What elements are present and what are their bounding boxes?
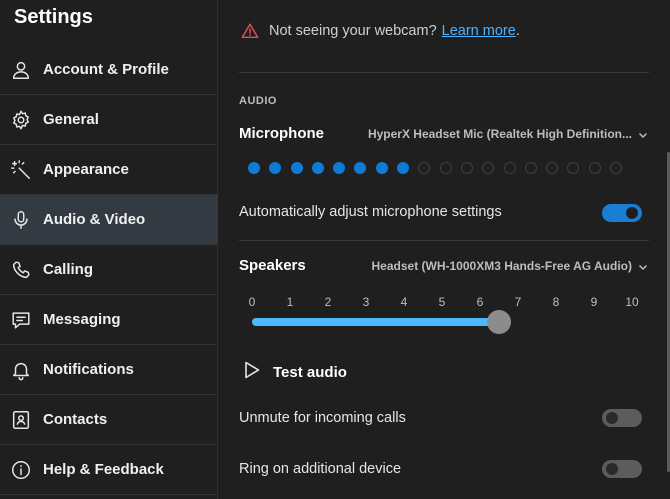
volume-tick-label: 3 — [362, 295, 370, 309]
chevron-down-icon — [638, 261, 648, 271]
settings-nav: Account & Profile General Appearance Aud… — [0, 45, 218, 495]
nav-item-appearance[interactable]: Appearance — [0, 145, 218, 195]
mic-level-dot — [524, 162, 537, 174]
warning-icon — [241, 22, 259, 40]
volume-tick-label: 10 — [625, 295, 639, 309]
info-icon — [10, 459, 32, 481]
mic-level-dot — [269, 162, 282, 174]
mic-level-dot — [546, 162, 559, 174]
volume-thumb[interactable] — [487, 310, 511, 334]
divider — [239, 240, 649, 241]
toggle-knob — [606, 412, 618, 424]
mic-level-dot — [567, 162, 580, 174]
volume-tick-label: 5 — [438, 295, 446, 309]
mic-level-dot — [588, 162, 601, 174]
webcam-notice-period: . — [515, 23, 520, 39]
auto-adjust-mic-toggle[interactable] — [602, 204, 642, 222]
phone-icon — [10, 259, 32, 281]
speakers-device-select[interactable]: Headset (WH-1000XM3 Hands-Free AG Audio) — [372, 259, 649, 273]
microphone-level-meter — [248, 162, 631, 174]
nav-item-general[interactable]: General — [0, 95, 218, 145]
chat-icon — [10, 309, 32, 331]
microphone-device-value: HyperX Headset Mic (Realtek High Definit… — [367, 127, 632, 141]
unmute-incoming-toggle[interactable] — [602, 409, 642, 427]
microphone-device-select[interactable]: HyperX Headset Mic (Realtek High Definit… — [368, 127, 648, 141]
mic-level-dot — [375, 162, 388, 174]
test-audio-button[interactable]: Test audio — [243, 360, 347, 385]
microphone-icon — [10, 209, 32, 231]
webcam-notice: Not seeing your webcam? Learn more . — [241, 22, 520, 40]
nav-label: Notifications — [43, 361, 134, 378]
nav-item-calling[interactable]: Calling — [0, 245, 218, 295]
volume-tick-label: 4 — [400, 295, 408, 309]
nav-item-notifications[interactable]: Notifications — [0, 345, 218, 395]
nav-label: Contacts — [43, 411, 108, 428]
person-icon — [10, 59, 32, 81]
nav-label: General — [43, 111, 99, 128]
nav-label: Account & Profile — [43, 61, 169, 78]
magic-wand-icon — [10, 159, 32, 181]
volume-tick-label: 2 — [324, 295, 332, 309]
audio-section-heading: AUDIO — [239, 95, 277, 107]
webcam-notice-text: Not seeing your webcam? — [269, 23, 437, 39]
toggle-knob — [626, 207, 638, 219]
volume-tick-label: 6 — [476, 295, 484, 309]
nav-label: Appearance — [43, 161, 129, 178]
mic-level-dot — [311, 162, 324, 174]
nav-label: Help & Feedback — [43, 461, 164, 478]
nav-item-messaging[interactable]: Messaging — [0, 295, 218, 345]
mic-level-dot — [610, 162, 623, 174]
nav-item-audio-video[interactable]: Audio & Video — [0, 195, 218, 245]
ring-additional-toggle[interactable] — [602, 460, 642, 478]
volume-tick-labels: 0 1 2 3 4 5 6 7 8 9 10 — [247, 295, 639, 311]
bell-icon — [10, 359, 32, 381]
nav-label: Calling — [43, 261, 94, 278]
mic-level-dot — [354, 162, 367, 174]
mic-level-dot — [397, 162, 410, 174]
volume-fill — [252, 318, 499, 326]
speaker-volume-slider[interactable] — [252, 310, 632, 334]
nav-item-account-profile[interactable]: Account & Profile — [0, 45, 218, 95]
learn-more-link[interactable]: Learn more — [442, 23, 516, 39]
mic-level-dot — [460, 162, 473, 174]
microphone-label: Microphone — [239, 125, 324, 142]
toggle-knob — [606, 463, 618, 475]
chevron-down-icon — [638, 129, 648, 139]
mic-level-dot — [503, 162, 516, 174]
divider — [239, 72, 649, 73]
unmute-incoming-label: Unmute for incoming calls — [239, 410, 406, 426]
volume-tick-label: 7 — [514, 295, 522, 309]
contact-card-icon — [10, 409, 32, 431]
mic-level-dot — [248, 162, 260, 174]
volume-tick-label: 8 — [552, 295, 560, 309]
ring-additional-label: Ring on additional device — [239, 461, 402, 477]
mic-level-dot — [418, 162, 431, 174]
play-icon — [243, 360, 261, 385]
auto-adjust-mic-label: Automatically adjust microphone settings — [239, 204, 502, 220]
nav-label: Messaging — [43, 311, 121, 328]
mic-level-dot — [290, 162, 303, 174]
test-audio-label: Test audio — [273, 364, 347, 381]
nav-label: Audio & Video — [43, 211, 146, 228]
settings-title: Settings — [14, 6, 93, 28]
nav-item-contacts[interactable]: Contacts — [0, 395, 218, 445]
mic-level-dot — [482, 162, 495, 174]
volume-tick-label: 0 — [248, 295, 256, 309]
settings-sidebar: Settings Account & Profile General Appea… — [0, 0, 218, 499]
mic-level-dot — [333, 162, 346, 174]
audio-video-panel: Not seeing your webcam? Learn more . AUD… — [219, 0, 670, 499]
volume-tick-label: 9 — [590, 295, 598, 309]
nav-item-help-feedback[interactable]: Help & Feedback — [0, 445, 218, 495]
speakers-device-value: Headset (WH-1000XM3 Hands-Free AG Audio) — [371, 259, 633, 273]
speakers-label: Speakers — [239, 257, 306, 274]
gear-icon — [10, 109, 32, 131]
volume-tick-label: 1 — [286, 295, 294, 309]
mic-level-dot — [439, 162, 452, 174]
